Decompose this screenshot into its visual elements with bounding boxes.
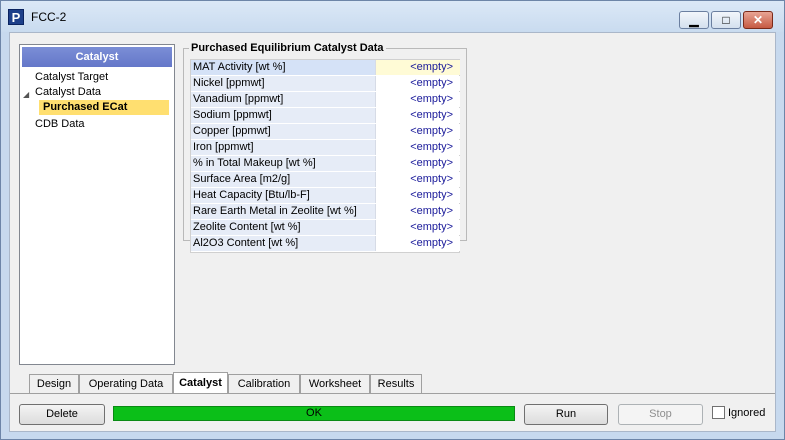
row-value-cell[interactable]: <empty> [376, 220, 460, 235]
grid-row: Zeolite Content [wt %] <empty> [191, 220, 460, 236]
row-label: Vanadium [ppmwt] [191, 92, 376, 107]
tab-operating-data[interactable]: Operating Data [79, 374, 173, 393]
row-value-cell[interactable]: <empty> [376, 204, 460, 219]
purchased-ecat-group: Purchased Equilibrium Catalyst Data MAT … [183, 42, 467, 253]
row-value-cell[interactable]: <empty> [376, 60, 460, 75]
window-title: FCC-2 [31, 10, 67, 24]
grid-row: Heat Capacity [Btu/lb-F] <empty> [191, 188, 460, 204]
row-value-cell[interactable]: <empty> [376, 236, 460, 251]
tree-item-catalyst-target[interactable]: Catalyst Target [35, 70, 108, 85]
row-value-cell[interactable]: <empty> [376, 76, 460, 91]
navigation-tree: Catalyst Catalyst Target ◢ Catalyst Data… [19, 44, 175, 365]
minimize-button[interactable]: ▁ [679, 11, 709, 29]
row-label: Copper [ppmwt] [191, 124, 376, 139]
title-bar[interactable]: P FCC-2 ▁ □ ✕ [1, 1, 784, 32]
stop-button[interactable]: Stop [618, 404, 703, 425]
close-icon: ✕ [752, 13, 764, 27]
app-logo-icon: P [8, 9, 24, 25]
row-value-cell[interactable]: <empty> [376, 140, 460, 155]
tree-header: Catalyst [22, 47, 172, 67]
tab-divider [10, 393, 775, 394]
group-title: Purchased Equilibrium Catalyst Data [189, 42, 386, 54]
status-bar: OK [113, 406, 515, 421]
tab-worksheet[interactable]: Worksheet [300, 374, 370, 393]
tree-item-cdb-data[interactable]: CDB Data [35, 117, 85, 132]
grid-row: Sodium [ppmwt] <empty> [191, 108, 460, 124]
expand-arrow-icon[interactable]: ◢ [23, 90, 29, 99]
row-label: Heat Capacity [Btu/lb-F] [191, 188, 376, 203]
row-value-cell[interactable]: <empty> [376, 124, 460, 139]
row-label: Rare Earth Metal in Zeolite [wt %] [191, 204, 376, 219]
close-button[interactable]: ✕ [743, 11, 773, 29]
grid-row: Copper [ppmwt] <empty> [191, 124, 460, 140]
maximize-icon: □ [722, 13, 730, 27]
row-label: Al2O3 Content [wt %] [191, 236, 376, 251]
tab-calibration[interactable]: Calibration [228, 374, 300, 393]
row-label: Nickel [ppmwt] [191, 76, 376, 91]
grid-row: Nickel [ppmwt] <empty> [191, 76, 460, 92]
row-value-cell[interactable]: <empty> [376, 108, 460, 123]
row-value-cell[interactable]: <empty> [376, 156, 460, 171]
row-label: Sodium [ppmwt] [191, 108, 376, 123]
row-label: Zeolite Content [wt %] [191, 220, 376, 235]
run-button[interactable]: Run [524, 404, 608, 425]
ignored-label: Ignored [728, 407, 766, 419]
grid-row: % in Total Makeup [wt %] <empty> [191, 156, 460, 172]
data-grid: MAT Activity [wt %] <empty> Nickel [ppmw… [190, 59, 460, 253]
row-label: % in Total Makeup [wt %] [191, 156, 376, 171]
tab-strip: Design Operating Data Catalyst Calibrati… [10, 372, 775, 393]
grid-row: Surface Area [m2/g] <empty> [191, 172, 460, 188]
tab-design[interactable]: Design [29, 374, 79, 393]
tree-item-catalyst-data[interactable]: Catalyst Data [35, 85, 101, 100]
row-label: MAT Activity [wt %] [191, 60, 376, 75]
grid-row: Iron [ppmwt] <empty> [191, 140, 460, 156]
tree-item-purchased-ecat[interactable]: Purchased ECat [39, 100, 169, 115]
tab-results[interactable]: Results [370, 374, 422, 393]
row-label: Surface Area [m2/g] [191, 172, 376, 187]
minimize-icon: ▁ [689, 13, 699, 27]
row-value-cell[interactable]: <empty> [376, 188, 460, 203]
grid-row: Rare Earth Metal in Zeolite [wt %] <empt… [191, 204, 460, 220]
delete-button[interactable]: Delete [19, 404, 105, 425]
maximize-button[interactable]: □ [711, 11, 741, 29]
ignored-checkbox[interactable] [712, 406, 725, 419]
row-label: Iron [ppmwt] [191, 140, 376, 155]
client-area: Catalyst Catalyst Target ◢ Catalyst Data… [9, 32, 776, 432]
tab-catalyst[interactable]: Catalyst [173, 372, 228, 393]
row-value-cell[interactable]: <empty> [376, 172, 460, 187]
main-window: P FCC-2 ▁ □ ✕ Catalyst Catalyst Target ◢… [0, 0, 785, 440]
grid-row: Vanadium [ppmwt] <empty> [191, 92, 460, 108]
grid-row: Al2O3 Content [wt %] <empty> [191, 236, 460, 252]
grid-row: MAT Activity [wt %] <empty> [191, 60, 460, 76]
row-value-cell[interactable]: <empty> [376, 92, 460, 107]
